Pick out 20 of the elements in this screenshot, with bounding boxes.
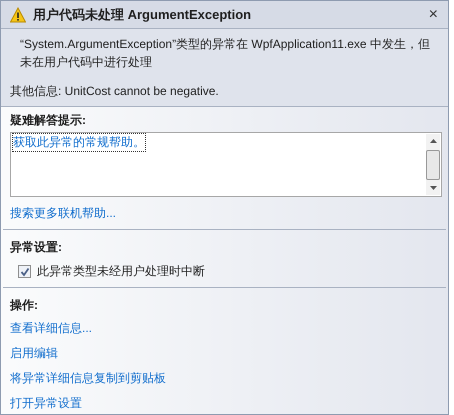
checkbox-label: 此异常类型未经用户处理时中断: [37, 263, 205, 280]
action-link[interactable]: 查看详细信息...: [10, 320, 92, 337]
close-button[interactable]: ×: [424, 6, 442, 24]
checkbox[interactable]: [18, 265, 31, 278]
action-link[interactable]: 打开异常设置: [10, 395, 82, 412]
scroll-up-icon[interactable]: [430, 139, 436, 143]
section-heading: 异常设置:: [10, 239, 62, 256]
section-heading: 操作:: [10, 297, 38, 314]
additional-info: 其他信息: UnitCost cannot be negative.: [10, 83, 220, 100]
action-link[interactable]: 将异常详细信息复制到剪贴板: [10, 370, 166, 387]
scroll-down-icon[interactable]: [430, 186, 436, 190]
scroll-thumb[interactable]: [426, 150, 440, 180]
help-link[interactable]: 获取此异常的常规帮助。: [13, 134, 145, 151]
warning-icon: [10, 6, 26, 22]
window-title: 用户代码未处理 ArgumentException: [33, 6, 252, 24]
action-link[interactable]: 启用编辑: [10, 345, 58, 362]
search-help-link[interactable]: 搜索更多联机帮助...: [10, 205, 116, 222]
exception-message: “System.ArgumentException”类型的异常在 WpfApplication11.exe 中发生，但未在用户代码中进行处理: [20, 36, 431, 71]
scrollbar[interactable]: [426, 134, 440, 195]
section-heading: 疑难解答提示:: [10, 112, 86, 129]
